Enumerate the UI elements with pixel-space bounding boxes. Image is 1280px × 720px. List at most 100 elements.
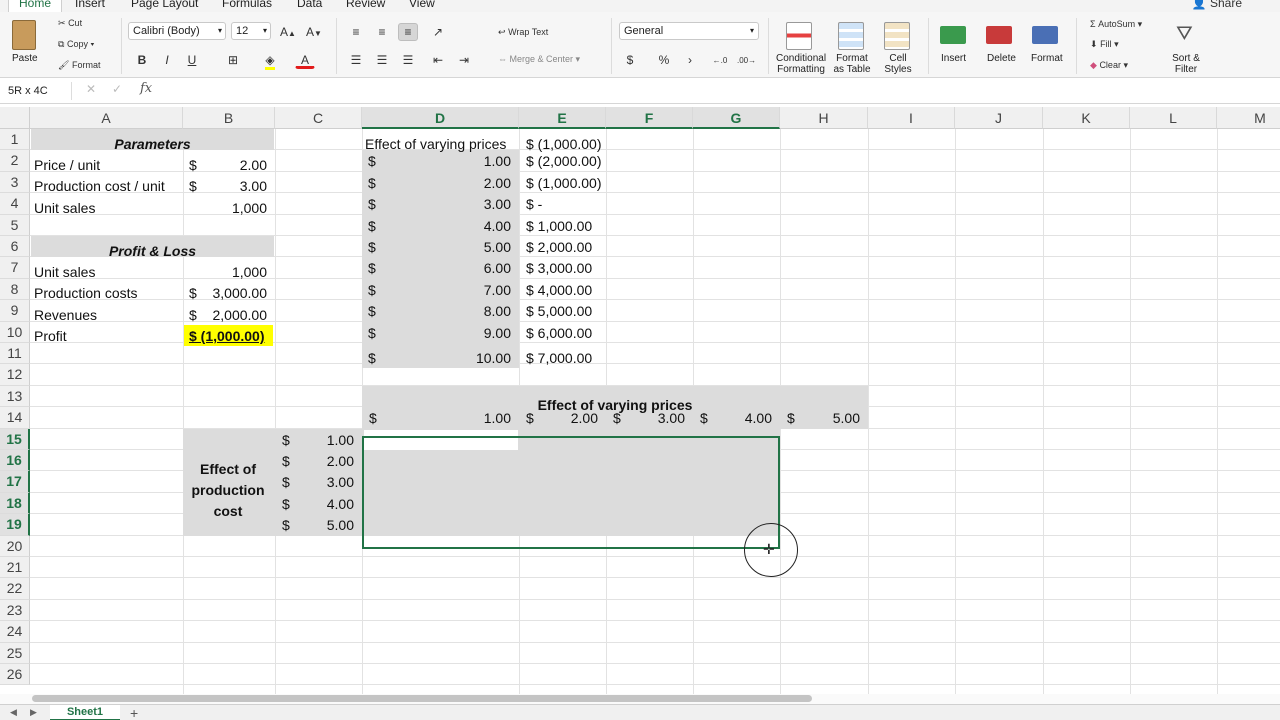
italic-button[interactable]: I (157, 51, 177, 69)
format-as-table-icon[interactable] (838, 22, 864, 50)
borders-button[interactable]: ⊞ (223, 51, 243, 69)
tab-review[interactable]: Review (346, 0, 385, 10)
cell-d10[interactable]: 9.00 (362, 324, 511, 342)
cell-b9[interactable]: 2,000.00 (182, 306, 268, 324)
cell-styles-icon[interactable] (884, 22, 910, 50)
align-right-button[interactable]: ☰ (398, 51, 418, 69)
row-header-23[interactable]: 23 (0, 599, 30, 622)
cell-c19[interactable]: 5.00 (275, 516, 354, 534)
row-header-1[interactable]: 1 (0, 129, 30, 151)
column-header-j[interactable]: J (955, 107, 1043, 129)
row-header-20[interactable]: 20 (0, 535, 30, 557)
column-header-h[interactable]: H (780, 107, 868, 129)
sort-filter-icon[interactable]: ⛛ (1176, 22, 1200, 48)
cell-c15[interactable]: 1.00 (275, 431, 354, 449)
align-left-button[interactable]: ☰ (346, 51, 366, 69)
cancel-icon[interactable]: ✕ (86, 82, 96, 96)
name-box[interactable]: 5R x 4C (4, 82, 72, 100)
align-bottom-button[interactable]: ≡ (398, 23, 418, 41)
sort-filter-button[interactable]: Sort & Filter (1166, 53, 1206, 75)
format-as-table-button[interactable]: Format as Table (830, 53, 874, 75)
cell-row14-price[interactable]: 5.00 (780, 409, 860, 427)
row-header-10[interactable]: 10 (0, 321, 30, 343)
cell-e9[interactable]: $ 5,000.00 (526, 302, 592, 320)
column-header-a[interactable]: A (30, 107, 183, 129)
cell-row14-price[interactable]: 3.00 (606, 409, 685, 427)
row-header-17[interactable]: 17 (0, 471, 30, 493)
column-header-i[interactable]: I (868, 107, 955, 129)
align-middle-button[interactable]: ≡ (372, 23, 392, 41)
cell-profit-loss-header[interactable]: Profit & Loss (31, 242, 274, 260)
underline-button[interactable]: U (182, 51, 202, 69)
tab-view[interactable]: View (409, 0, 435, 10)
cell-e3[interactable]: $ (1,000.00) (526, 174, 602, 192)
column-header-d[interactable]: D (362, 107, 519, 129)
insert-function-button[interactable]: fx (140, 81, 152, 96)
paste-icon[interactable] (12, 20, 36, 50)
wrap-text-button[interactable]: ↩ Wrap Text (498, 27, 548, 38)
cell-e6[interactable]: $ 2,000.00 (526, 238, 592, 256)
horizontal-scrollbar[interactable] (0, 694, 1280, 704)
decrease-indent-button[interactable]: ⇤ (428, 51, 448, 69)
tab-insert[interactable]: Insert (75, 0, 105, 10)
cell-b10[interactable]: $ (1,000.00) (189, 327, 265, 345)
copy-button[interactable]: ⧉ Copy ▾ (58, 39, 94, 50)
format-painter-button[interactable]: 🖌 Format (58, 60, 100, 71)
tab-home[interactable]: Home (8, 0, 63, 12)
increase-font-button[interactable]: A▲ (278, 23, 298, 41)
insert-button[interactable]: Insert (941, 53, 966, 64)
decrease-decimal-button[interactable]: .00→ (736, 51, 756, 69)
cell-e11[interactable]: $ 7,000.00 (526, 349, 592, 367)
increase-decimal-button[interactable]: ←.0 (710, 51, 730, 69)
cell-a4[interactable]: Unit sales (34, 199, 95, 217)
row-header-25[interactable]: 25 (0, 642, 30, 664)
cell-effect-production-cost[interactable]: Effect of production cost (183, 459, 273, 522)
next-sheet-icon[interactable]: ▶ (30, 707, 37, 718)
cell-a7[interactable]: Unit sales (34, 263, 95, 281)
row-header-13[interactable]: 13 (0, 385, 30, 408)
cell-d7[interactable]: 6.00 (362, 259, 511, 277)
row-header-16[interactable]: 16 (0, 450, 30, 472)
cell-b8[interactable]: 3,000.00 (182, 284, 268, 302)
cell-d11[interactable]: 10.00 (362, 349, 511, 367)
selection-range[interactable] (362, 436, 780, 549)
tab-page-layout[interactable]: Page Layout (131, 0, 198, 10)
row-header-14[interactable]: 14 (0, 407, 30, 429)
cell-styles-button[interactable]: Cell Styles (880, 53, 916, 75)
column-header-c[interactable]: C (275, 107, 362, 129)
decrease-font-button[interactable]: A▼ (304, 23, 324, 41)
share-button[interactable]: 👤 Share (1192, 0, 1242, 10)
cell-d3[interactable]: 2.00 (362, 174, 511, 192)
row-header-5[interactable]: 5 (0, 214, 30, 236)
row-header-2[interactable]: 2 (0, 150, 30, 172)
font-color-button[interactable]: A (295, 51, 315, 69)
cell-e2[interactable]: $ (2,000.00) (526, 152, 602, 170)
cell-d8[interactable]: 7.00 (362, 281, 511, 299)
row-header-8[interactable]: 8 (0, 278, 30, 301)
cell-row14-price[interactable]: 1.00 (362, 409, 511, 427)
orientation-button[interactable]: ↗ (428, 23, 448, 41)
align-top-button[interactable]: ≡ (346, 23, 366, 41)
row-header-4[interactable]: 4 (0, 193, 30, 215)
bold-button[interactable]: B (132, 51, 152, 69)
select-all-corner[interactable] (0, 107, 30, 129)
cell-c17[interactable]: 3.00 (275, 473, 354, 491)
cell-a2[interactable]: Price / unit (34, 156, 100, 174)
row-header-26[interactable]: 26 (0, 664, 30, 686)
cell-a3[interactable]: Production cost / unit (34, 177, 165, 195)
insert-cells-icon[interactable] (940, 26, 966, 44)
cell-e10[interactable]: $ 6,000.00 (526, 324, 592, 342)
row-header-9[interactable]: 9 (0, 300, 30, 322)
cell-d1[interactable]: Effect of varying prices (365, 135, 506, 153)
format-cells-icon[interactable] (1032, 26, 1058, 44)
tab-formulas[interactable]: Formulas (222, 0, 272, 10)
cell-e5[interactable]: $ 1,000.00 (526, 217, 592, 235)
row-header-18[interactable]: 18 (0, 492, 30, 515)
delete-button[interactable]: Delete (987, 53, 1016, 64)
percent-button[interactable]: % (654, 51, 674, 69)
formula-input[interactable] (165, 81, 1265, 101)
font-size-dropdown[interactable]: 12 ▾ (231, 22, 271, 40)
cell-e4[interactable]: $ - (526, 195, 542, 213)
align-center-button[interactable]: ☰ (372, 51, 392, 69)
font-name-dropdown[interactable]: Calibri (Body) ▾ (128, 22, 226, 40)
